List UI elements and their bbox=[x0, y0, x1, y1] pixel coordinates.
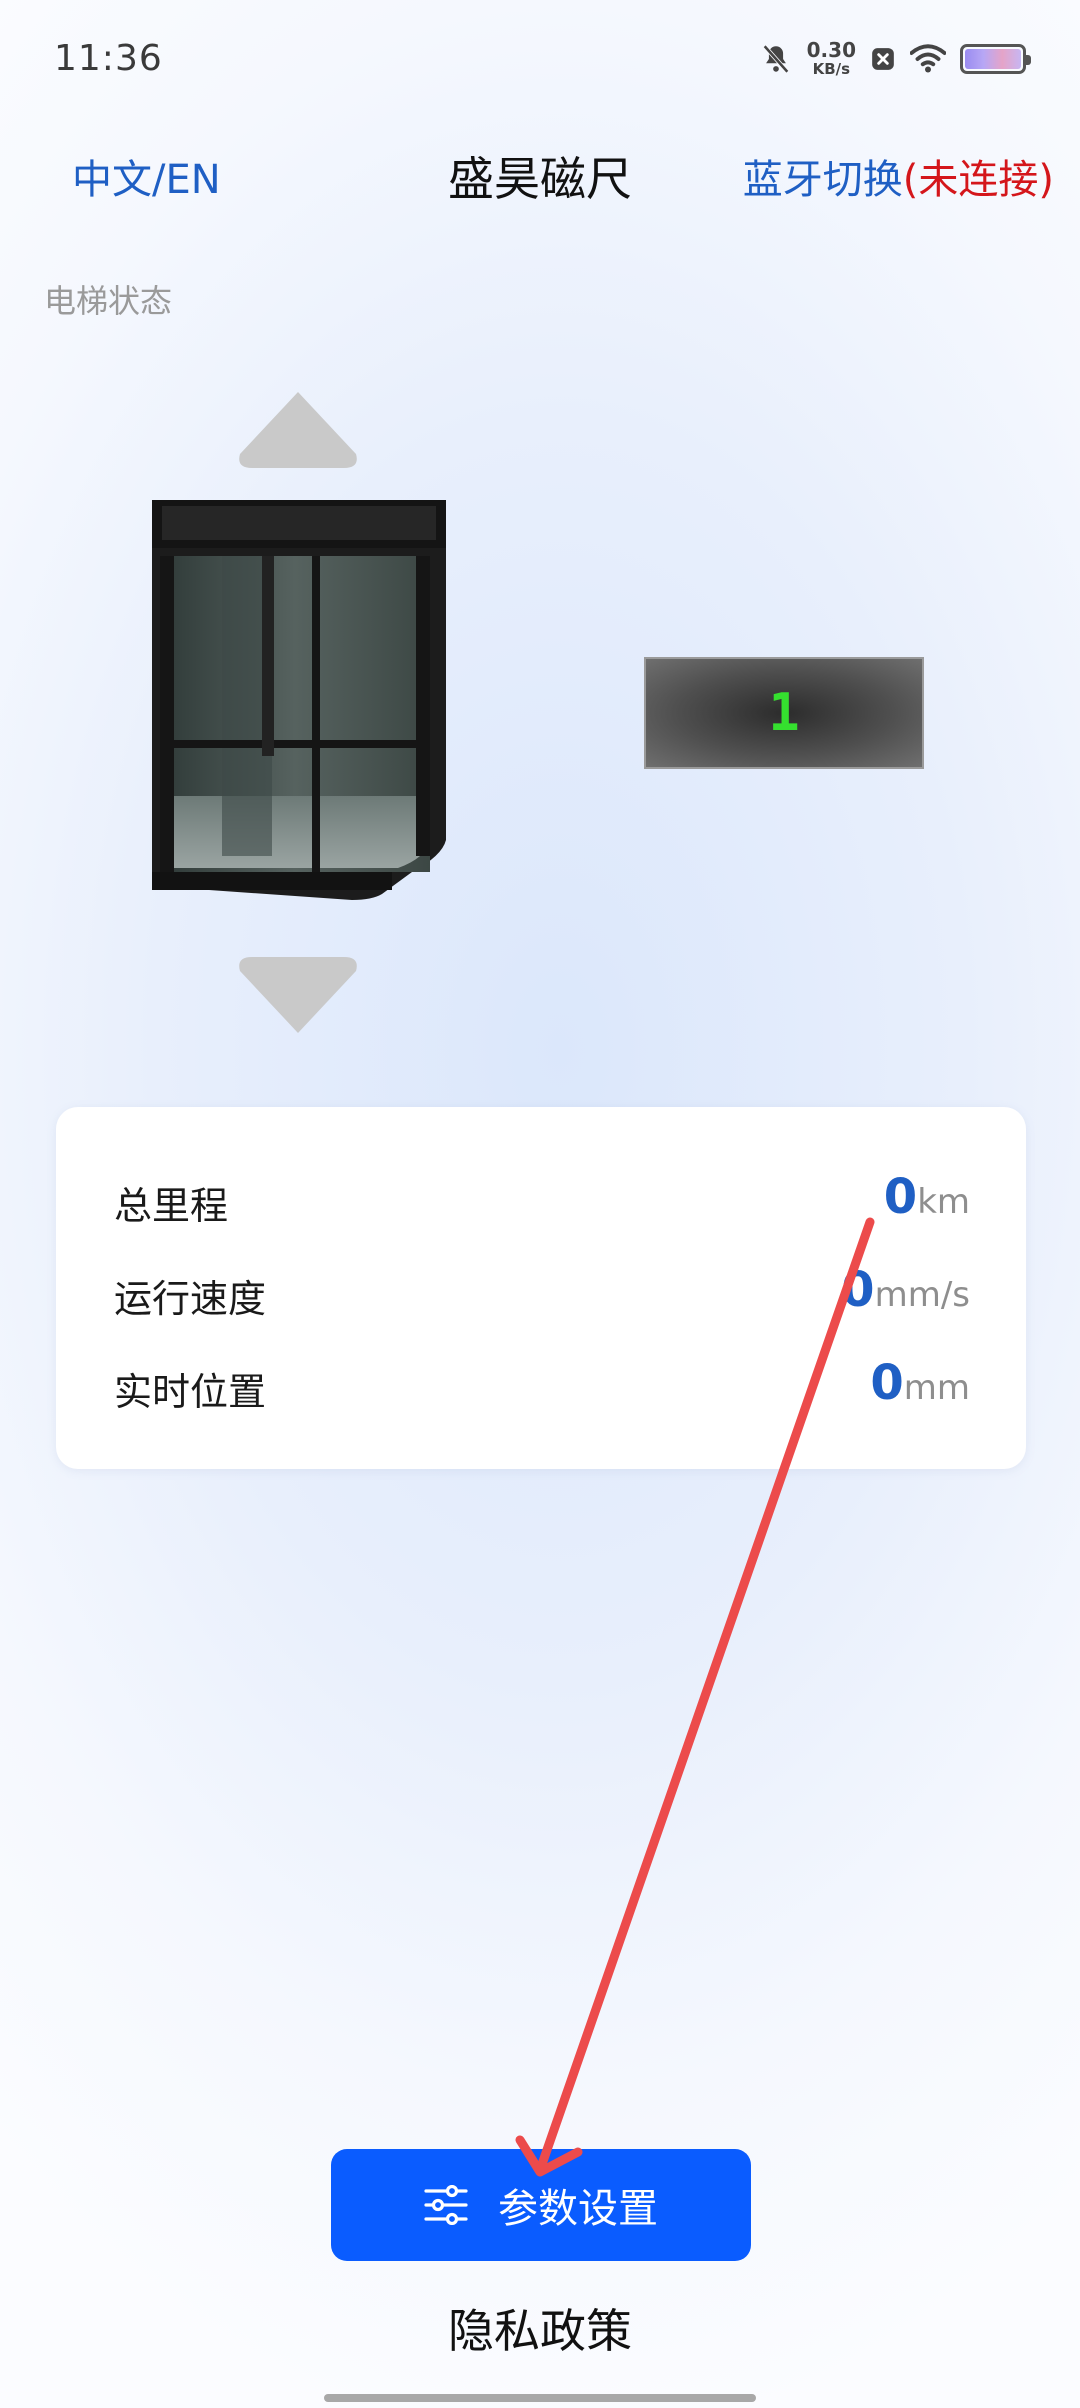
privacy-policy-link[interactable]: 隐私政策 bbox=[0, 2295, 1080, 2361]
sliders-icon bbox=[424, 2185, 468, 2225]
stat-value: 0 km bbox=[884, 1169, 970, 1225]
stat-value: 0 mm/s bbox=[841, 1262, 970, 1318]
arrow-up-icon[interactable] bbox=[236, 390, 360, 470]
stat-row-speed: 运行速度 0 mm/s bbox=[56, 1262, 1026, 1322]
params-settings-button[interactable]: 参数设置 bbox=[331, 2149, 751, 2261]
bell-muted-icon bbox=[762, 44, 789, 73]
net-speed-unit: KB/s bbox=[812, 60, 851, 78]
stat-unit: km bbox=[917, 1182, 970, 1222]
status-bar: 11:36 0.30 KB/s bbox=[0, 0, 1080, 120]
stat-label: 运行速度 bbox=[114, 1277, 267, 1321]
bluetooth-status: (未连接) bbox=[902, 157, 1054, 203]
wifi-icon bbox=[910, 43, 946, 72]
status-icons: 0.30 KB/s bbox=[759, 40, 1031, 77]
elevator-car-icon bbox=[152, 500, 446, 900]
floor-number: 1 bbox=[768, 683, 800, 743]
stat-value: 0 mm bbox=[870, 1355, 970, 1411]
stat-number: 0 bbox=[870, 1355, 904, 1411]
stat-row-position: 实时位置 0 mm bbox=[56, 1355, 1026, 1415]
stat-label: 总里程 bbox=[114, 1184, 229, 1228]
status-time: 11:36 bbox=[54, 38, 163, 79]
close-box-icon bbox=[872, 47, 894, 70]
stat-number: 0 bbox=[883, 1169, 918, 1225]
arrow-down-icon[interactable] bbox=[236, 955, 360, 1035]
stat-number: 0 bbox=[841, 1262, 875, 1318]
bluetooth-switch-label: 蓝牙切换 bbox=[742, 157, 903, 203]
app-header: 中文/EN 盛昊磁尺 蓝牙切换(未连接) bbox=[0, 135, 1080, 215]
battery-icon bbox=[960, 43, 1031, 74]
section-label-elevator-status: 电梯状态 bbox=[44, 282, 173, 320]
home-indicator bbox=[324, 2394, 756, 2402]
stat-unit: mm/s bbox=[874, 1275, 970, 1315]
params-settings-label: 参数设置 bbox=[498, 2186, 658, 2232]
floor-display: 1 bbox=[644, 657, 924, 769]
net-speed: 0.30 KB/s bbox=[807, 40, 856, 77]
stat-unit: mm bbox=[903, 1368, 970, 1408]
net-speed-value: 0.30 bbox=[806, 38, 856, 62]
stat-label: 实时位置 bbox=[114, 1370, 267, 1414]
stat-row-total-distance: 总里程 0 km bbox=[56, 1169, 1026, 1229]
bluetooth-switch[interactable]: 蓝牙切换(未连接) bbox=[743, 147, 1054, 205]
stats-card: 总里程 0 km 运行速度 0 mm/s 实时位置 0 mm bbox=[56, 1107, 1026, 1469]
